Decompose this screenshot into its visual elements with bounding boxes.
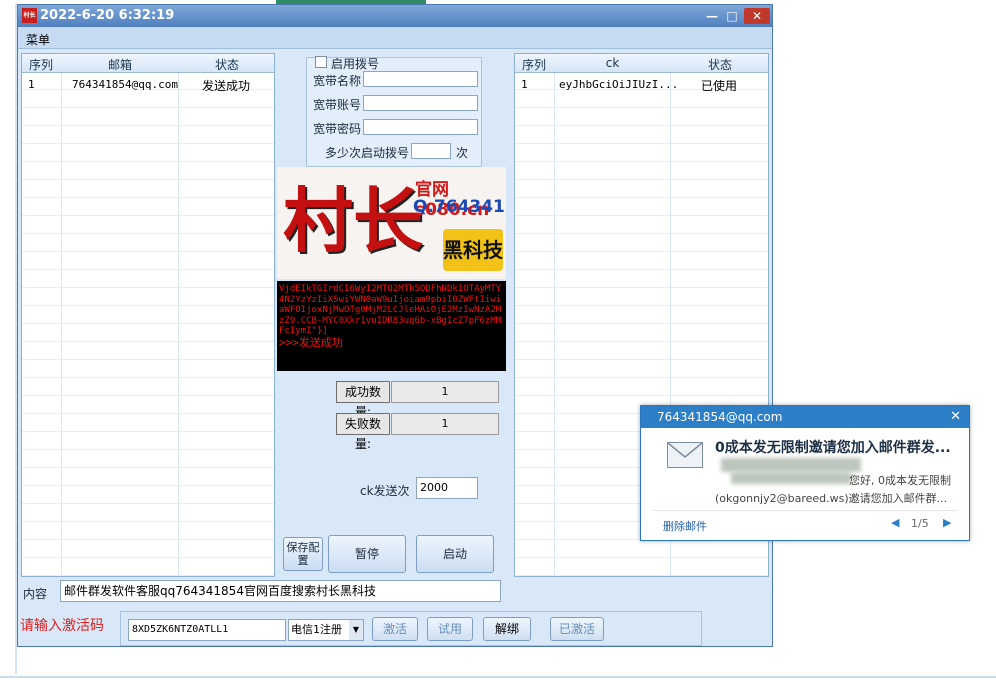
row-ck: eyJhbGciOiJIUzI... bbox=[559, 78, 679, 91]
fail-count-value: 1 bbox=[391, 413, 499, 435]
menu-bar: 菜单 bbox=[18, 27, 772, 49]
row-status: 发送成功 bbox=[202, 79, 251, 93]
brand-logo-image: 村长 官网 s080.cn Q.764341854 黑科技 bbox=[277, 167, 506, 279]
notification-preview: 您好, 0成本发无限制 bbox=[849, 474, 951, 487]
carrier-select[interactable]: 电信1注册 ▼ bbox=[288, 619, 364, 641]
app-window: 村长 2022-6-20 6:32:19 — □ ✕ 菜单 序列 邮箱 状态 1… bbox=[17, 4, 773, 647]
title-bar: 村长 2022-6-20 6:32:19 — □ ✕ bbox=[18, 5, 772, 27]
enable-dial-checkbox[interactable] bbox=[315, 56, 327, 68]
notification-header: 764341854@qq.com ✕ bbox=[641, 406, 969, 428]
background-divider bbox=[0, 676, 996, 678]
column-header-status[interactable]: 状态 bbox=[179, 56, 274, 73]
broadband-name-input[interactable] bbox=[363, 71, 478, 87]
trial-button[interactable]: 试用 bbox=[427, 617, 473, 641]
broadband-password-label: 宽带密码 bbox=[313, 122, 362, 136]
chevron-down-icon[interactable]: ▼ bbox=[349, 620, 363, 640]
row-email: 764341854@qq.com bbox=[72, 78, 178, 91]
ck-table-header: 序列 ck 状态 bbox=[515, 54, 768, 73]
logo-tag-text: 黑科技 bbox=[443, 229, 503, 271]
activation-code-input[interactable]: 8XD5ZK6NTZ0ATLL1 bbox=[128, 619, 286, 641]
content-input[interactable]: 邮件群发软件客服qq764341854官网百度搜索村长黑科技 bbox=[60, 580, 501, 602]
envelope-icon bbox=[667, 442, 703, 468]
prev-page-icon[interactable]: ◀ bbox=[891, 516, 899, 529]
notification-page-indicator: 1/5 bbox=[911, 517, 929, 530]
row-index: 1 bbox=[28, 78, 35, 91]
logo-main-text: 村长 bbox=[283, 179, 423, 262]
fail-count-label: 失败数量: bbox=[336, 413, 390, 451]
dial-times-unit: 次 bbox=[456, 146, 469, 160]
window-title: 2022-6-20 6:32:19 bbox=[40, 8, 175, 23]
dial-times-label: 多少次启动拨号 bbox=[325, 146, 410, 160]
notification-subject: 0成本发无限制邀请您加入邮件群发... bbox=[715, 440, 951, 456]
column-header-ck[interactable]: ck bbox=[555, 56, 670, 70]
notification-from-line: (okgonnjy2@bareed.ws)邀请您加入邮件群... bbox=[715, 492, 948, 505]
blurred-preview-block bbox=[731, 472, 851, 484]
content-label: 内容 bbox=[23, 587, 48, 601]
logo-qq-text: Q.764341854 bbox=[413, 197, 506, 217]
blurred-preview-block bbox=[721, 458, 861, 472]
broadband-password-input[interactable] bbox=[363, 119, 478, 135]
minimize-button[interactable]: — bbox=[702, 8, 722, 24]
start-button[interactable]: 启动 bbox=[416, 535, 494, 573]
menu-item-main[interactable]: 菜单 bbox=[26, 31, 50, 48]
console-token-text: VjdEIkTGIrdCI6WyI2MTQ2MTk5ODFhNDk1OTAyMT… bbox=[279, 284, 502, 336]
notification-sender: 764341854@qq.com bbox=[657, 410, 783, 424]
enable-dial-label: 启用拨号 bbox=[331, 57, 380, 71]
save-config-button[interactable]: 保存配置 bbox=[283, 537, 323, 571]
column-header-index[interactable]: 序列 bbox=[519, 56, 549, 73]
column-header-status[interactable]: 状态 bbox=[671, 56, 768, 73]
email-table-header: 序列 邮箱 状态 bbox=[22, 54, 274, 73]
unbind-button[interactable]: 解绑 bbox=[483, 617, 531, 641]
close-button[interactable]: ✕ bbox=[744, 8, 770, 24]
maximize-button[interactable]: □ bbox=[722, 8, 742, 24]
mail-notification-popup[interactable]: 764341854@qq.com ✕ 0成本发无限制邀请您加入邮件群发... 您… bbox=[640, 405, 970, 541]
broadband-name-label: 宽带名称 bbox=[313, 74, 362, 88]
broadband-account-label: 宽带账号 bbox=[313, 98, 362, 112]
pause-button[interactable]: 暂停 bbox=[328, 535, 406, 573]
column-header-index[interactable]: 序列 bbox=[26, 56, 56, 73]
broadband-account-input[interactable] bbox=[363, 95, 478, 111]
carrier-select-value: 电信1注册 bbox=[291, 623, 342, 636]
delete-mail-link[interactable]: 删除邮件 bbox=[663, 518, 707, 534]
column-header-email[interactable]: 邮箱 bbox=[62, 56, 178, 73]
activate-button[interactable]: 激活 bbox=[372, 617, 418, 641]
dial-settings-group: 启用拨号 宽带名称 宽带账号 宽带密码 多少次启动拨号 次 bbox=[306, 56, 482, 167]
ck-send-times-label: ck发送次 bbox=[360, 484, 410, 498]
app-logo-icon: 村长 bbox=[22, 8, 37, 23]
close-icon[interactable]: ✕ bbox=[950, 409, 961, 424]
dial-times-input[interactable] bbox=[411, 143, 451, 159]
activation-prompt: 请输入激活码 bbox=[20, 618, 104, 634]
success-count-label: 成功数量: bbox=[336, 381, 390, 419]
ck-send-times-input[interactable]: 2000 bbox=[416, 477, 478, 499]
activated-button[interactable]: 已激活 bbox=[550, 617, 604, 641]
console-result-text: >>>发送成功 bbox=[279, 335, 343, 349]
next-page-icon[interactable]: ▶ bbox=[943, 516, 951, 529]
row-status: 已使用 bbox=[701, 79, 738, 93]
success-count-value: 1 bbox=[391, 381, 499, 403]
row-index: 1 bbox=[521, 78, 528, 91]
email-table[interactable]: 序列 邮箱 状态 1 764341854@qq.com 发送成功 bbox=[21, 53, 275, 577]
log-console[interactable]: VjdEIkTGIrdCI6WyI2MTQ2MTk5ODFhNDk1OTAyMT… bbox=[277, 281, 506, 371]
